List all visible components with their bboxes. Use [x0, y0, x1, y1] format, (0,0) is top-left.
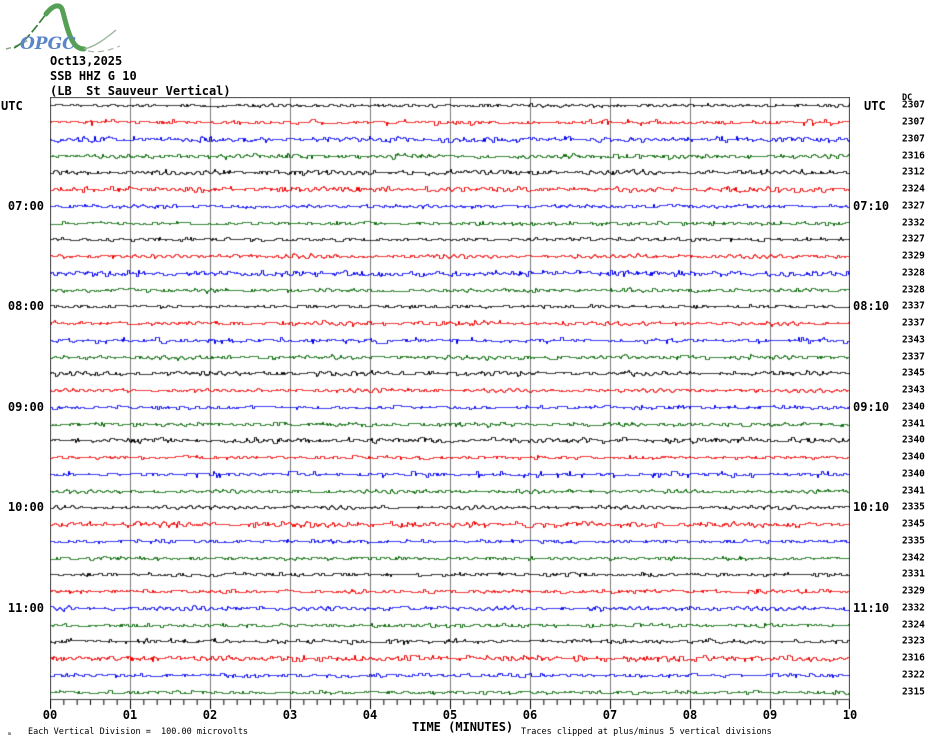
x-tick-label: 09	[762, 708, 778, 722]
dc-value: 2307	[902, 99, 925, 111]
dc-value: 2341	[902, 485, 925, 497]
hour-label-right: 07:10	[853, 198, 890, 213]
dc-value: 2316	[902, 150, 925, 162]
left-hour-labels-column: 07:00 08:00 09:00 10:00 11:00	[0, 97, 47, 700]
hour-label-left: 09:00	[7, 399, 44, 414]
dc-value: 2328	[902, 284, 925, 296]
x-axis-title: TIME (MINUTES)	[412, 720, 514, 734]
x-tick-label: 00	[42, 708, 58, 722]
corner-mark: ₘ	[7, 728, 12, 737]
hour-label-right: 10:10	[853, 500, 890, 515]
dc-value: 2340	[902, 468, 925, 480]
dc-value: 2324	[902, 183, 925, 195]
dc-value: 2315	[902, 686, 925, 698]
dc-value: 2329	[902, 250, 925, 262]
x-tick-label: 08	[682, 708, 698, 722]
right-hour-labels-column: 07:10 08:10 09:10 10:10 11:10	[853, 97, 899, 700]
hour-label-right: 09:10	[853, 399, 890, 414]
dc-value: 2316	[902, 652, 925, 664]
x-tick-label: 01	[122, 708, 138, 722]
dc-value: 2324	[902, 619, 925, 631]
dc-value: 2340	[902, 434, 925, 446]
dc-value: 2332	[902, 217, 925, 229]
hour-label-left: 08:00	[7, 299, 44, 314]
helicorder-page: OPGC Oct13,2025 SSB HHZ G 10 (LB St Sauv…	[0, 0, 930, 744]
dc-value: 2345	[902, 518, 925, 530]
title-date: Oct13,2025	[50, 54, 123, 68]
hour-label-right: 11:10	[853, 600, 890, 615]
dc-value: 2337	[902, 300, 925, 312]
x-tick-label: 06	[522, 708, 538, 722]
logo-dash-right	[87, 45, 121, 53]
dc-value: 2335	[902, 535, 925, 547]
dc-value: 2332	[902, 602, 925, 614]
hour-label-left: 11:00	[7, 600, 44, 615]
x-tick-label: 10	[842, 708, 858, 722]
hour-label-left: 10:00	[7, 500, 44, 515]
hour-label-right: 08:10	[853, 299, 890, 314]
dc-value: 2343	[902, 384, 925, 396]
dc-values-column: 2307 2307 2307 2316 2312 2324 2327 2332 2327 2329…	[902, 97, 930, 700]
title-station: SSB HHZ G 10	[50, 69, 137, 83]
dc-value: 2345	[902, 367, 925, 379]
hour-label-left: 07:00	[7, 198, 44, 213]
dc-value: 2322	[902, 669, 925, 681]
dc-value: 2337	[902, 317, 925, 329]
dc-value: 2323	[902, 635, 925, 647]
dc-value: 2327	[902, 200, 925, 212]
scale-note: Each Vertical Division = 100.00 microvol…	[28, 727, 249, 737]
dc-value: 2307	[902, 116, 925, 128]
dc-value: 2312	[902, 166, 925, 178]
dc-value: 2329	[902, 585, 925, 597]
dc-value: 2341	[902, 418, 925, 430]
dc-value: 2307	[902, 133, 925, 145]
opgc-logo: OPGC	[5, 3, 121, 54]
x-tick-label: 04	[362, 708, 378, 722]
dc-value: 2328	[902, 267, 925, 279]
dc-value: 2340	[902, 401, 925, 413]
dc-value: 2327	[902, 233, 925, 245]
x-tick-label: 03	[282, 708, 298, 722]
dc-value: 2335	[902, 501, 925, 513]
x-tick-label: 07	[602, 708, 618, 722]
clip-note: Traces clipped at plus/minus 5 vertical …	[521, 727, 772, 737]
dc-value: 2342	[902, 552, 925, 564]
dc-value: 2331	[902, 568, 925, 580]
dc-value: 2340	[902, 451, 925, 463]
x-tick-label: 02	[202, 708, 218, 722]
logo-tail-curve	[83, 29, 117, 50]
dc-value: 2337	[902, 351, 925, 363]
title-block: Oct13,2025 SSB HHZ G 10 (LB St Sauveur V…	[50, 54, 231, 99]
dc-value: 2343	[902, 334, 925, 346]
helicorder-plot-canvas	[50, 97, 850, 710]
logo-text: OPGC	[20, 34, 76, 54]
